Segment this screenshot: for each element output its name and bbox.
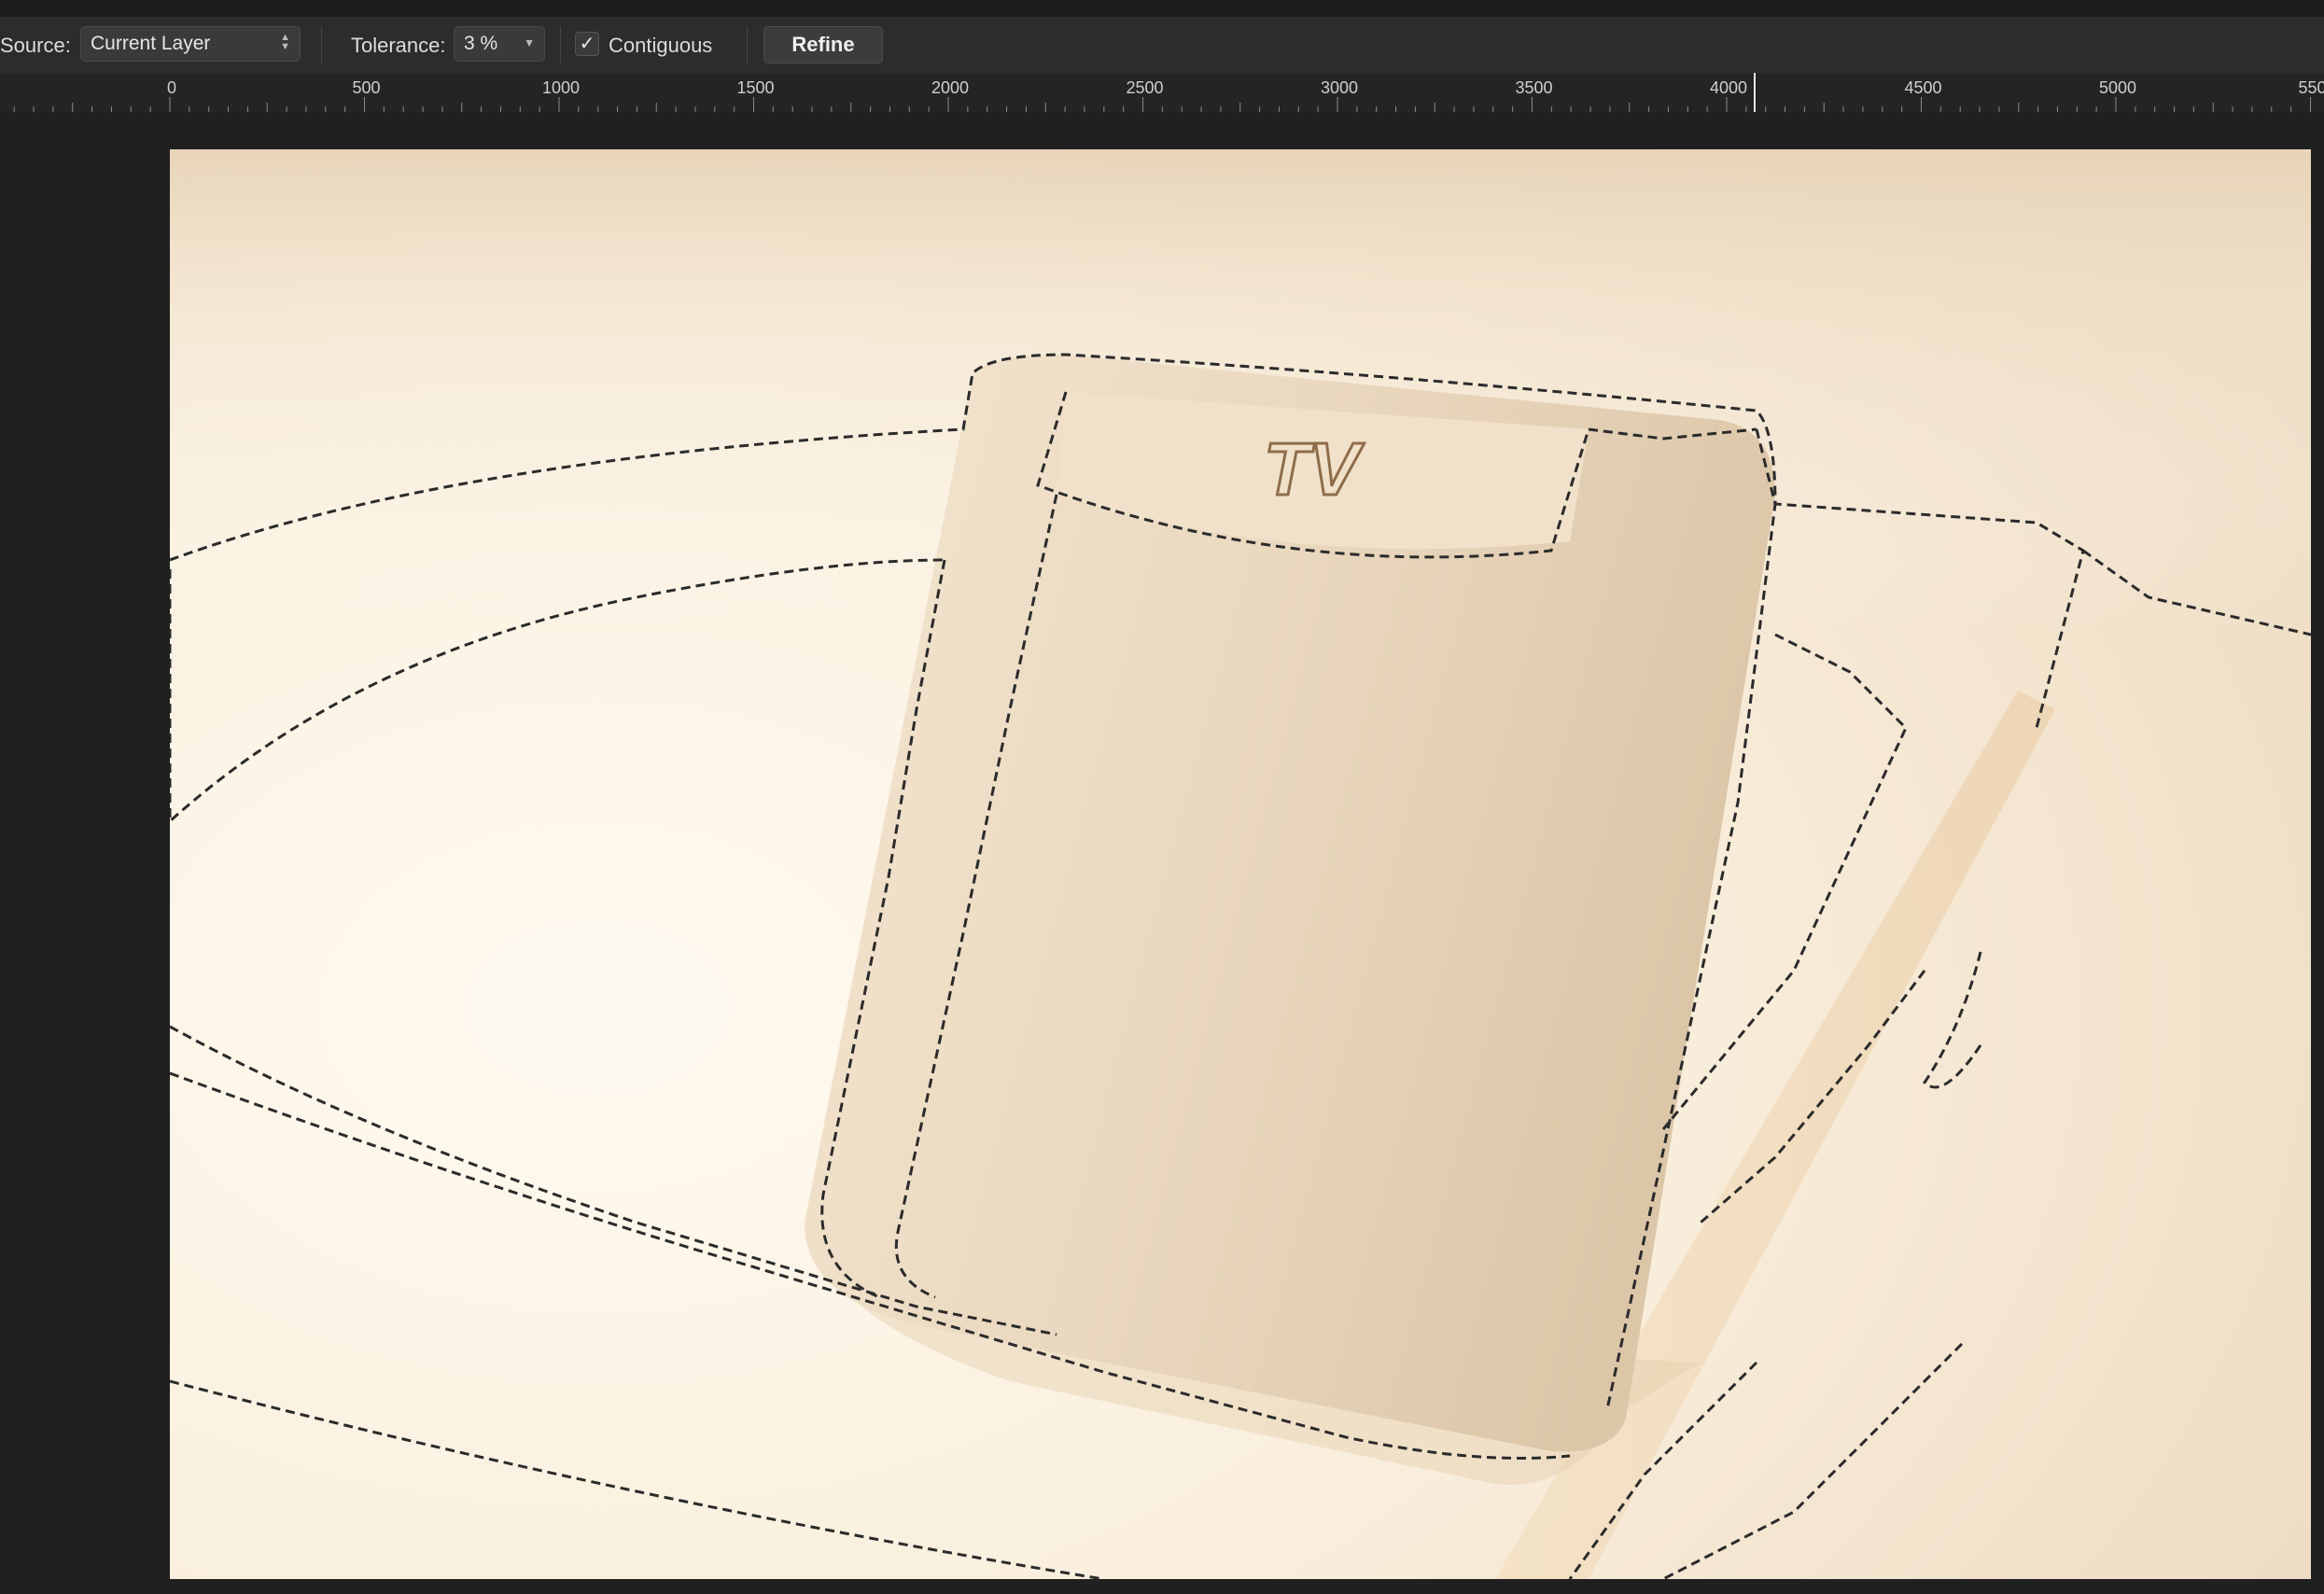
ruler-label: 4500 xyxy=(1904,78,1941,97)
ruler-ticks: 0 500 1000 1500 2000 2500 3000 3500 4000 4500 5000… xyxy=(13,73,2324,112)
canvas-area[interactable]: TV xyxy=(0,112,2324,1594)
ruler-label: 1000 xyxy=(542,78,580,97)
chevron-down-icon: ▼ xyxy=(524,36,535,49)
ruler-label: 2500 xyxy=(1126,78,1163,97)
tolerance-value: 3 % xyxy=(464,33,498,54)
ruler-label: 1500 xyxy=(736,78,774,97)
ruler-label: 500 xyxy=(352,78,380,97)
updown-arrows-icon: ▲ ▼ xyxy=(280,32,290,52)
contiguous-label: Contiguous xyxy=(609,34,713,57)
ruler-label: 3000 xyxy=(1321,78,1358,97)
ruler-label: 4000 xyxy=(1710,78,1747,97)
ruler-label: 550 xyxy=(2298,78,2324,97)
device-logo: TV xyxy=(1264,427,1365,510)
horizontal-ruler[interactable]: 0 500 1000 1500 2000 2500 3000 3500 4000 4500 5000… xyxy=(0,73,2324,113)
tolerance-label: Tolerance: xyxy=(351,34,446,57)
context-toolbar: Source: Current Layer ▲ ▼ Tolerance: 3 % … xyxy=(0,17,2324,74)
photo-layer[interactable]: TV xyxy=(170,149,2311,1579)
checkmark-icon: ✓ xyxy=(579,34,595,54)
ruler-label: 3500 xyxy=(1515,78,1552,97)
toolbar-divider xyxy=(747,26,748,63)
source-value: Current Layer xyxy=(91,33,211,54)
refine-button[interactable]: Refine xyxy=(763,26,883,63)
window-top-strip xyxy=(0,0,2324,18)
toolbar-divider xyxy=(560,26,561,63)
ruler-label: 5000 xyxy=(2099,78,2136,97)
ruler-label: 0 xyxy=(167,78,176,97)
tolerance-dropdown[interactable]: 3 % ▼ xyxy=(454,26,545,62)
source-label: Source: xyxy=(0,34,71,57)
ruler-label: 2000 xyxy=(931,78,969,97)
contiguous-checkbox[interactable]: ✓ xyxy=(575,32,599,56)
source-dropdown[interactable]: Current Layer ▲ ▼ xyxy=(80,26,301,62)
toolbar-divider xyxy=(321,26,322,63)
